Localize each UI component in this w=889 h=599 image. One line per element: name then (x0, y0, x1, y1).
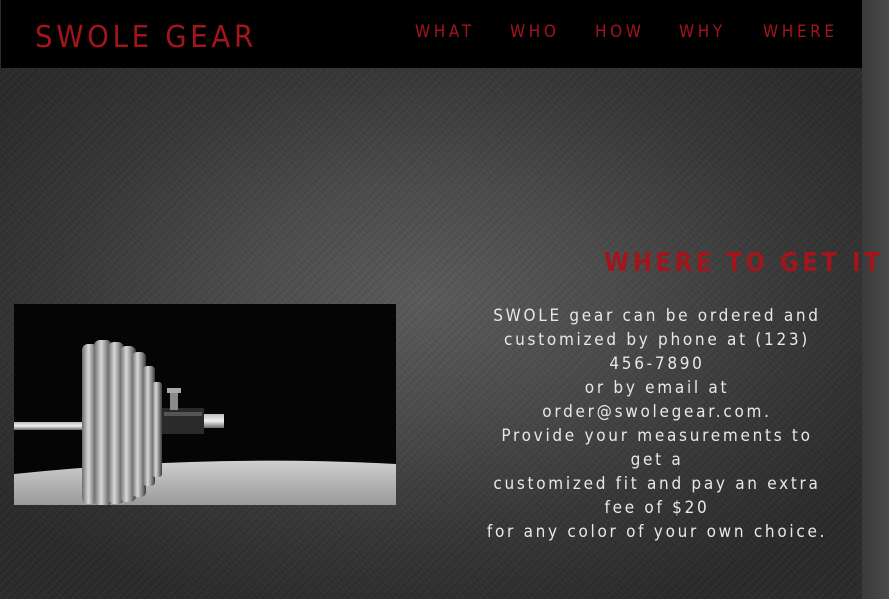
barbell-weight-plates-icon (14, 304, 396, 505)
main-nav: WHAT WHO HOW WHY WHERE (1, 22, 862, 46)
page-right-edge (862, 0, 889, 599)
top-navbar: SWOLE GEAR WHAT WHO HOW WHY WHERE (1, 0, 862, 68)
section-title: WHERE TO GET IT (604, 247, 884, 278)
description-line: for any color of your own choice. (486, 522, 828, 542)
nav-link-who[interactable]: WHO (510, 22, 559, 42)
description-line: customized fit and pay an extra fee of $… (493, 474, 821, 518)
nav-link-where[interactable]: WHERE (763, 22, 838, 42)
nav-link-what[interactable]: WHAT (415, 22, 475, 42)
nav-link-why[interactable]: WHY (679, 22, 726, 42)
description-line: SWOLE gear can be ordered and (493, 306, 821, 326)
description-line: customized by phone at (123) 456-7890 (504, 330, 810, 374)
barbell-photo (14, 304, 396, 505)
section-description: SWOLE gear can be ordered and customized… (482, 304, 833, 544)
description-line: or by email at order@swolegear.com. (542, 378, 772, 422)
description-line: Provide your measurements to get a (501, 426, 813, 470)
nav-link-how[interactable]: HOW (595, 22, 644, 42)
